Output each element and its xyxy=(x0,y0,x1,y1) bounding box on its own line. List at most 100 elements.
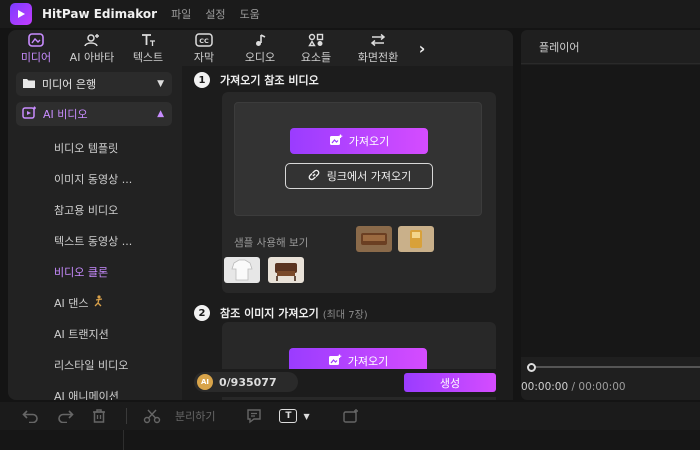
transition-icon xyxy=(369,32,387,48)
sidebar-item-ai-animation[interactable]: AI 애니메이션 xyxy=(16,380,182,401)
scissors-icon[interactable] xyxy=(141,407,163,425)
text-tool-icon[interactable]: T xyxy=(277,407,299,425)
generate-bar: AI 0/935077 생성 xyxy=(182,369,513,397)
sidebar-item-restyle-video[interactable]: 리스타일 비디오 xyxy=(16,349,182,380)
step-number: 1 xyxy=(194,72,210,88)
text-icon xyxy=(139,32,157,48)
import-from-link-button[interactable]: 링크에서 가져오기 xyxy=(285,163,433,189)
step-title: 가져오기 참조 비디오 xyxy=(220,74,319,87)
try-samples-label: 샘플 사용해 보기 xyxy=(234,237,309,249)
sidebar-item-video-clone[interactable]: 비디오 클론 xyxy=(16,256,182,287)
sample-thumbnail[interactable] xyxy=(268,257,304,283)
sidebar-media-bank-label: 미디어 은행 xyxy=(42,78,97,91)
player-title: 플레이어 xyxy=(521,30,700,64)
category-tabs: 미디어 AI 아바타 텍스트 CC 자막 오디오 요소들 화면전환 › xyxy=(8,30,513,66)
sidebar-item-image-to-video[interactable]: 이미지 동영상 ... xyxy=(16,163,182,194)
title-bar: HitPaw Edimakor 파일 설정 도움 xyxy=(0,0,700,28)
image-add-icon xyxy=(328,354,342,369)
redo-icon[interactable] xyxy=(54,407,76,425)
credits-badge: AI 0/935077 xyxy=(194,372,298,392)
tab-caption-label: 자막 xyxy=(193,50,215,64)
sidebar-item-text-to-video[interactable]: 텍스트 동영상 ... xyxy=(16,225,182,256)
sidebar: 미디어 은행 ▼ AI 비디오 ▲ 비디오 템플릿 이미지 동영상 ... 참고… xyxy=(8,66,182,400)
sample-thumbnail[interactable] xyxy=(398,226,434,252)
menu-file[interactable]: 파일 xyxy=(171,6,191,22)
dancer-icon xyxy=(93,295,105,310)
app-title: HitPaw Edimakor xyxy=(42,7,158,21)
tab-transition-label: 화면전환 xyxy=(357,50,399,64)
tab-transition[interactable]: 화면전환 xyxy=(344,30,412,66)
tab-ai-avatar-label: AI 아바타 xyxy=(69,50,115,64)
elements-icon xyxy=(307,32,325,48)
menu-bar: 파일 설정 도움 xyxy=(171,6,260,22)
svg-text:CC: CC xyxy=(199,37,209,45)
import-video-button[interactable]: 가져오기 xyxy=(290,128,428,154)
folder-icon xyxy=(22,77,36,92)
app-logo-icon xyxy=(10,3,32,25)
add-frame-icon[interactable] xyxy=(340,407,362,425)
sidebar-ai-video-label: AI 비디오 xyxy=(43,108,88,121)
sample-thumbnail[interactable] xyxy=(356,226,392,252)
step-subtitle: (최대 7장) xyxy=(322,309,368,321)
playback-scrubber[interactable] xyxy=(527,366,700,368)
sidebar-ai-video[interactable]: AI 비디오 ▲ xyxy=(16,102,172,126)
sidebar-item-video-template[interactable]: 비디오 템플릿 xyxy=(16,132,182,163)
time-current: 00:00:00 xyxy=(521,381,569,393)
step-2-header: 2 참조 이미지 가져오기 (최대 7장) xyxy=(194,305,368,321)
link-icon xyxy=(307,168,321,185)
timeline-area[interactable] xyxy=(0,430,700,450)
tab-audio-label: 오디오 xyxy=(244,50,276,64)
delete-icon[interactable] xyxy=(88,407,110,425)
comment-icon[interactable] xyxy=(243,407,265,425)
reference-video-card: 가져오기 링크에서 가져오기 샘플 사용해 보기 xyxy=(222,92,496,293)
image-add-icon xyxy=(329,134,343,149)
tab-ai-avatar[interactable]: AI 아바타 xyxy=(64,30,120,66)
sidebar-item-ai-dance[interactable]: AI 댄스 xyxy=(16,287,182,318)
tab-audio[interactable]: 오디오 xyxy=(232,30,288,66)
undo-icon[interactable] xyxy=(20,407,42,425)
sample-thumbnail[interactable] xyxy=(224,257,260,283)
split-label[interactable]: 분리하기 xyxy=(175,408,215,424)
sidebar-item-ai-dance-label: AI 댄스 xyxy=(54,296,89,310)
import-image-label: 가져오기 xyxy=(347,355,389,368)
credits-value: 0/935077 xyxy=(219,375,277,389)
timeline-toolbar: 분리하기 T ▼ xyxy=(0,402,700,430)
menu-settings[interactable]: 설정 xyxy=(205,6,225,22)
text-badge: T xyxy=(279,409,298,423)
step-1-header: 1 가져오기 참조 비디오 xyxy=(194,72,319,88)
chevron-right-icon[interactable]: › xyxy=(412,30,432,66)
tab-media-label: 미디어 xyxy=(20,50,52,64)
video-clone-panel: 1 가져오기 참조 비디오 가져오기 링크에서 가져오기 샘플 사용해 보기 2… xyxy=(182,66,513,400)
media-icon xyxy=(27,32,45,48)
tab-caption[interactable]: CC 자막 xyxy=(176,30,232,66)
menu-help[interactable]: 도움 xyxy=(240,6,260,22)
sidebar-media-bank[interactable]: 미디어 은행 ▼ xyxy=(16,72,172,96)
video-dropzone[interactable]: 가져오기 링크에서 가져오기 xyxy=(234,102,482,216)
ai-video-icon xyxy=(22,106,37,122)
sidebar-item-reference-video[interactable]: 참고용 비디오 xyxy=(16,194,182,225)
tab-text-label: 텍스트 xyxy=(132,50,164,64)
chevron-down-icon: ▼ xyxy=(157,79,164,89)
tab-text[interactable]: 텍스트 xyxy=(120,30,176,66)
player-preview xyxy=(521,65,700,357)
coin-icon: AI xyxy=(197,374,213,390)
chevron-down-icon[interactable]: ▼ xyxy=(303,412,309,421)
time-separator: / xyxy=(568,381,579,393)
step-title: 참조 이미지 가져오기 xyxy=(220,307,319,320)
generate-button[interactable]: 생성 xyxy=(404,373,496,392)
step-number: 2 xyxy=(194,305,210,321)
avatar-icon xyxy=(83,32,101,48)
tab-elements[interactable]: 요소들 xyxy=(288,30,344,66)
toolbar-divider xyxy=(126,408,127,424)
player-panel: 플레이어 00:00:00 / 00:00:00 xyxy=(521,30,700,400)
timeline-divider xyxy=(123,430,124,450)
tab-media[interactable]: 미디어 xyxy=(8,30,64,66)
scrubber-handle[interactable] xyxy=(527,363,536,372)
import-from-link-label: 링크에서 가져오기 xyxy=(326,170,412,183)
sidebar-item-ai-transition[interactable]: AI 트랜지션 xyxy=(16,318,182,349)
chevron-up-icon: ▲ xyxy=(157,109,164,119)
tab-elements-label: 요소들 xyxy=(300,50,332,64)
music-icon xyxy=(251,32,269,48)
import-video-label: 가져오기 xyxy=(348,135,390,148)
caption-icon: CC xyxy=(195,32,213,48)
